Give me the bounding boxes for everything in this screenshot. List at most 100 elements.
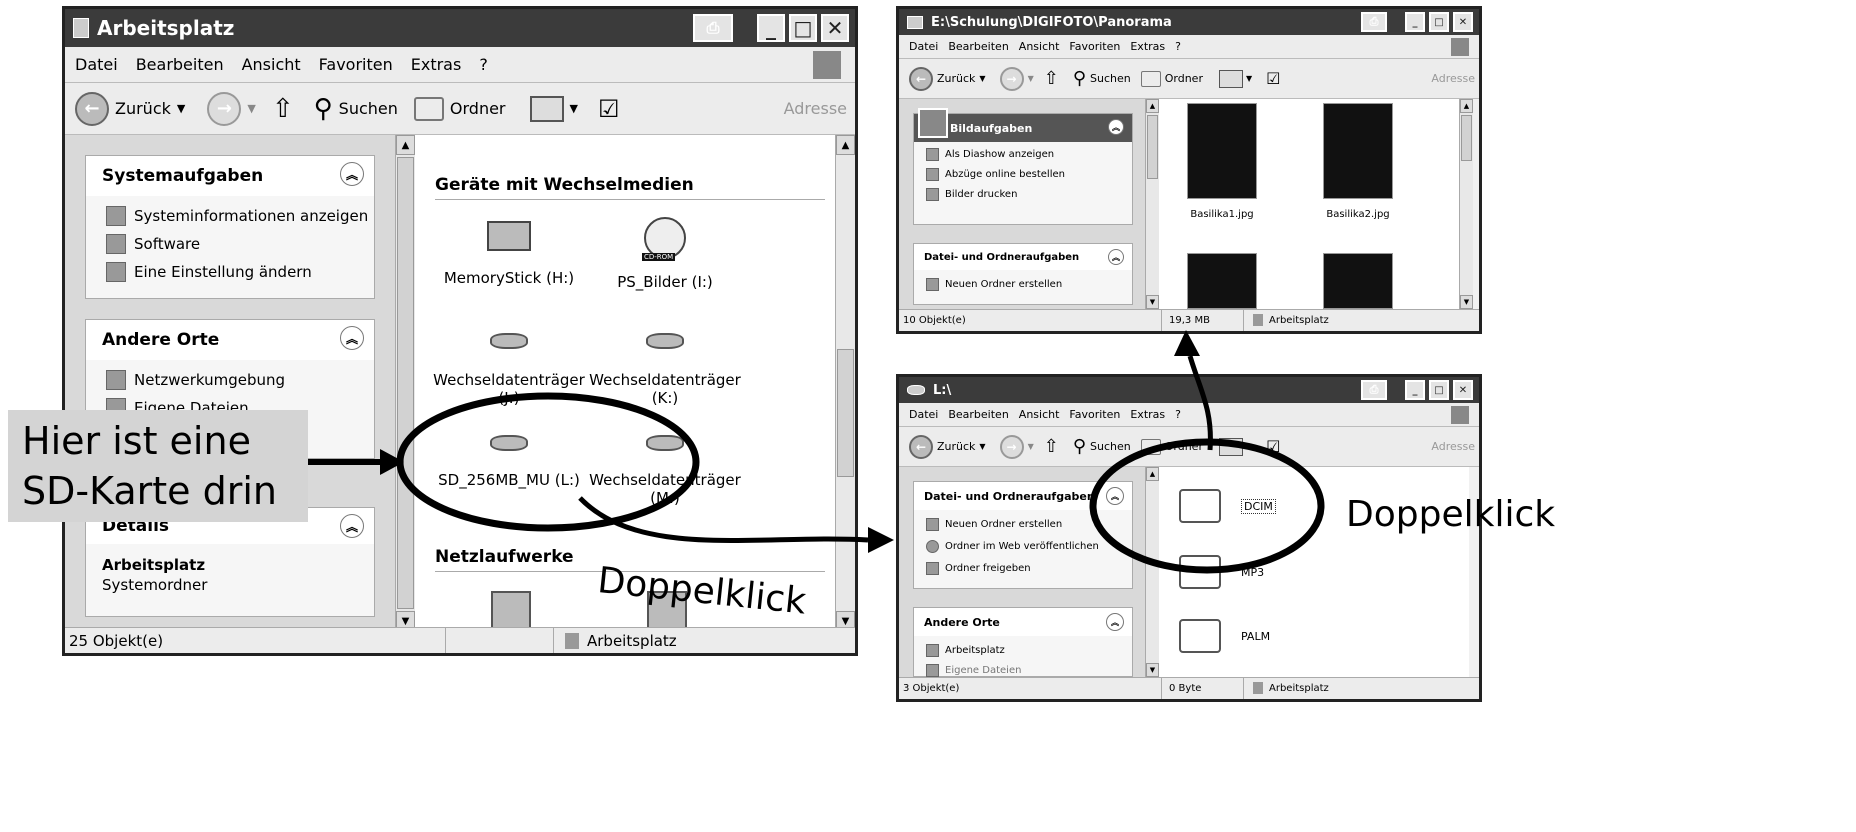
menu-favoriten[interactable]: Favoriten	[319, 55, 393, 74]
task-link[interactable]: Bilder drucken	[926, 188, 1017, 201]
folder-mp3[interactable]: MP3	[1179, 555, 1264, 589]
collapse-icon[interactable]: ︽	[340, 162, 364, 186]
task-link[interactable]: Software	[106, 234, 200, 254]
panel-header[interactable]: Systemaufgaben ︽	[86, 156, 374, 196]
minimize-button[interactable]: _	[757, 14, 785, 42]
title-bar[interactable]: L:\ ⎙ _ □ ✕	[899, 377, 1479, 403]
folders-button[interactable]: Ordner	[1140, 70, 1203, 87]
menu-help[interactable]: ?	[1175, 408, 1181, 421]
thumbnail[interactable]	[1323, 253, 1393, 309]
panel-header[interactable]: Bildaufgaben ︽	[914, 108, 1132, 142]
drive-sd-card[interactable]: SD_256MB_MU (L:)	[429, 435, 589, 489]
task-link[interactable]: Ordner im Web veröffentlichen	[926, 540, 1099, 553]
scroll-up-button[interactable]: ▲	[836, 135, 855, 155]
collapse-icon[interactable]: ︽	[340, 326, 364, 350]
minimize-button[interactable]: _	[1405, 12, 1425, 32]
network-drive-icon[interactable]	[491, 591, 531, 629]
scroll-down-button[interactable]: ▼	[1460, 295, 1473, 309]
task-pane-scrollbar[interactable]: ▲ ▼	[395, 135, 415, 631]
print-button[interactable]: ⎙	[1361, 380, 1387, 400]
scroll-up-button[interactable]: ▲	[1146, 467, 1159, 481]
panel-header[interactable]: Andere Orte ︽	[914, 608, 1132, 636]
close-button[interactable]: ✕	[821, 14, 849, 42]
scroll-thumb[interactable]	[1147, 115, 1158, 179]
thumbnail-basilika2[interactable]	[1323, 103, 1393, 199]
scroll-up-button[interactable]: ▲	[396, 135, 415, 155]
maximize-button[interactable]: □	[1429, 12, 1449, 32]
menu-favoriten[interactable]: Favoriten	[1069, 40, 1120, 53]
content-scrollbar[interactable]: ▲ ▼	[1459, 99, 1473, 309]
drive-wechseldatentraeger-j[interactable]: Wechseldatenträger (J:)	[429, 333, 589, 407]
maximize-button[interactable]: □	[789, 14, 817, 42]
forward-button[interactable]: → ▼	[207, 91, 256, 126]
title-bar[interactable]: Arbeitsplatz ⎙ _ □ ✕	[65, 9, 855, 47]
place-link[interactable]: Arbeitsplatz	[926, 644, 1005, 657]
panel-header[interactable]: Andere Orte ︽	[86, 320, 374, 360]
collapse-icon[interactable]: ︽	[1106, 487, 1124, 505]
menu-ansicht[interactable]: Ansicht	[1019, 40, 1060, 53]
folders-button[interactable]: Ordner	[413, 96, 506, 121]
menu-bearbeiten[interactable]: Bearbeiten	[948, 40, 1008, 53]
collapse-icon[interactable]: ︽	[1106, 613, 1124, 631]
scroll-thumb[interactable]	[1461, 115, 1472, 161]
menu-extras[interactable]: Extras	[411, 55, 462, 74]
scroll-down-button[interactable]: ▼	[1146, 295, 1159, 309]
forward-button[interactable]: → ▼	[999, 66, 1034, 91]
menu-bearbeiten[interactable]: Bearbeiten	[948, 408, 1008, 421]
thumbnail-basilika1[interactable]	[1187, 103, 1257, 199]
menu-datei[interactable]: Datei	[909, 408, 938, 421]
task-link[interactable]: Als Diashow anzeigen	[926, 148, 1054, 161]
menu-datei[interactable]: Datei	[75, 55, 118, 74]
search-button[interactable]: ⚲ Suchen	[314, 94, 398, 124]
print-button[interactable]: ⎙	[693, 14, 733, 42]
title-bar[interactable]: E:\Schulung\DIGIFOTO\Panorama ⎙ _ □ ✕	[899, 9, 1479, 35]
task-link[interactable]: Ordner freigeben	[926, 562, 1031, 575]
folders-button[interactable]: Ordner	[1140, 438, 1203, 455]
task-pane-scrollbar[interactable]: ▲ ▼	[1145, 467, 1159, 677]
menu-favoriten[interactable]: Favoriten	[1069, 408, 1120, 421]
thumbnail[interactable]	[1187, 253, 1257, 309]
print-button[interactable]: ⎙	[1361, 12, 1387, 32]
menu-extras[interactable]: Extras	[1130, 408, 1165, 421]
menu-extras[interactable]: Extras	[1130, 40, 1165, 53]
panel-header[interactable]: Datei- und Ordneraufgaben ︽	[914, 482, 1132, 510]
scroll-thumb[interactable]	[837, 349, 854, 477]
menu-ansicht[interactable]: Ansicht	[1019, 408, 1060, 421]
minimize-button[interactable]: _	[1405, 380, 1425, 400]
task-link[interactable]: Neuen Ordner erstellen	[926, 518, 1062, 531]
drive-ps-bilder[interactable]: CD-ROM PS_Bilder (I:)	[585, 217, 745, 291]
views-button[interactable]: ▼	[1218, 437, 1252, 456]
task-link[interactable]: Systeminformationen anzeigen	[106, 206, 368, 226]
close-button[interactable]: ✕	[1453, 12, 1473, 32]
folder-dcim[interactable]: DCIM	[1179, 489, 1276, 523]
close-button[interactable]: ✕	[1453, 380, 1473, 400]
drive-wechseldatentraeger-m[interactable]: Wechseldatenträger (M:)	[585, 435, 745, 507]
back-button[interactable]: ← Zurück ▼	[75, 91, 185, 126]
place-link[interactable]: Netzwerkumgebung	[106, 370, 285, 390]
scroll-down-button[interactable]: ▼	[1146, 663, 1159, 677]
collapse-icon[interactable]: ︽	[1108, 249, 1124, 265]
checklist-button[interactable]: ☑	[1266, 437, 1280, 456]
file-label[interactable]: Basilika1.jpg	[1169, 209, 1275, 220]
up-folder-button[interactable]: ⇧	[272, 94, 294, 124]
up-folder-button[interactable]: ⇧	[1044, 68, 1059, 89]
views-button[interactable]: ▼	[1218, 69, 1252, 88]
back-button[interactable]: ← Zurück ▼	[909, 66, 986, 91]
task-pane-scrollbar[interactable]: ▲ ▼	[1145, 99, 1159, 309]
panel-header[interactable]: Datei- und Ordneraufgaben ︽	[914, 244, 1132, 270]
checklist-button[interactable]: ☑	[1266, 69, 1280, 88]
menu-help[interactable]: ?	[479, 55, 488, 74]
back-button[interactable]: ← Zurück ▼	[909, 434, 986, 459]
task-link[interactable]: Eine Einstellung ändern	[106, 262, 312, 282]
drive-memorystick[interactable]: MemoryStick (H:)	[429, 221, 589, 287]
forward-button[interactable]: → ▼	[999, 434, 1034, 459]
menu-datei[interactable]: Datei	[909, 40, 938, 53]
checklist-button[interactable]: ☑	[598, 95, 620, 123]
menu-bearbeiten[interactable]: Bearbeiten	[136, 55, 224, 74]
task-link[interactable]: Abzüge online bestellen	[926, 168, 1065, 181]
content-scrollbar[interactable]: ▲ ▼	[835, 135, 855, 631]
views-button[interactable]: ▼	[529, 95, 578, 122]
menu-help[interactable]: ?	[1175, 40, 1181, 53]
collapse-icon[interactable]: ︽	[340, 514, 364, 538]
scroll-up-button[interactable]: ▲	[1460, 99, 1473, 113]
